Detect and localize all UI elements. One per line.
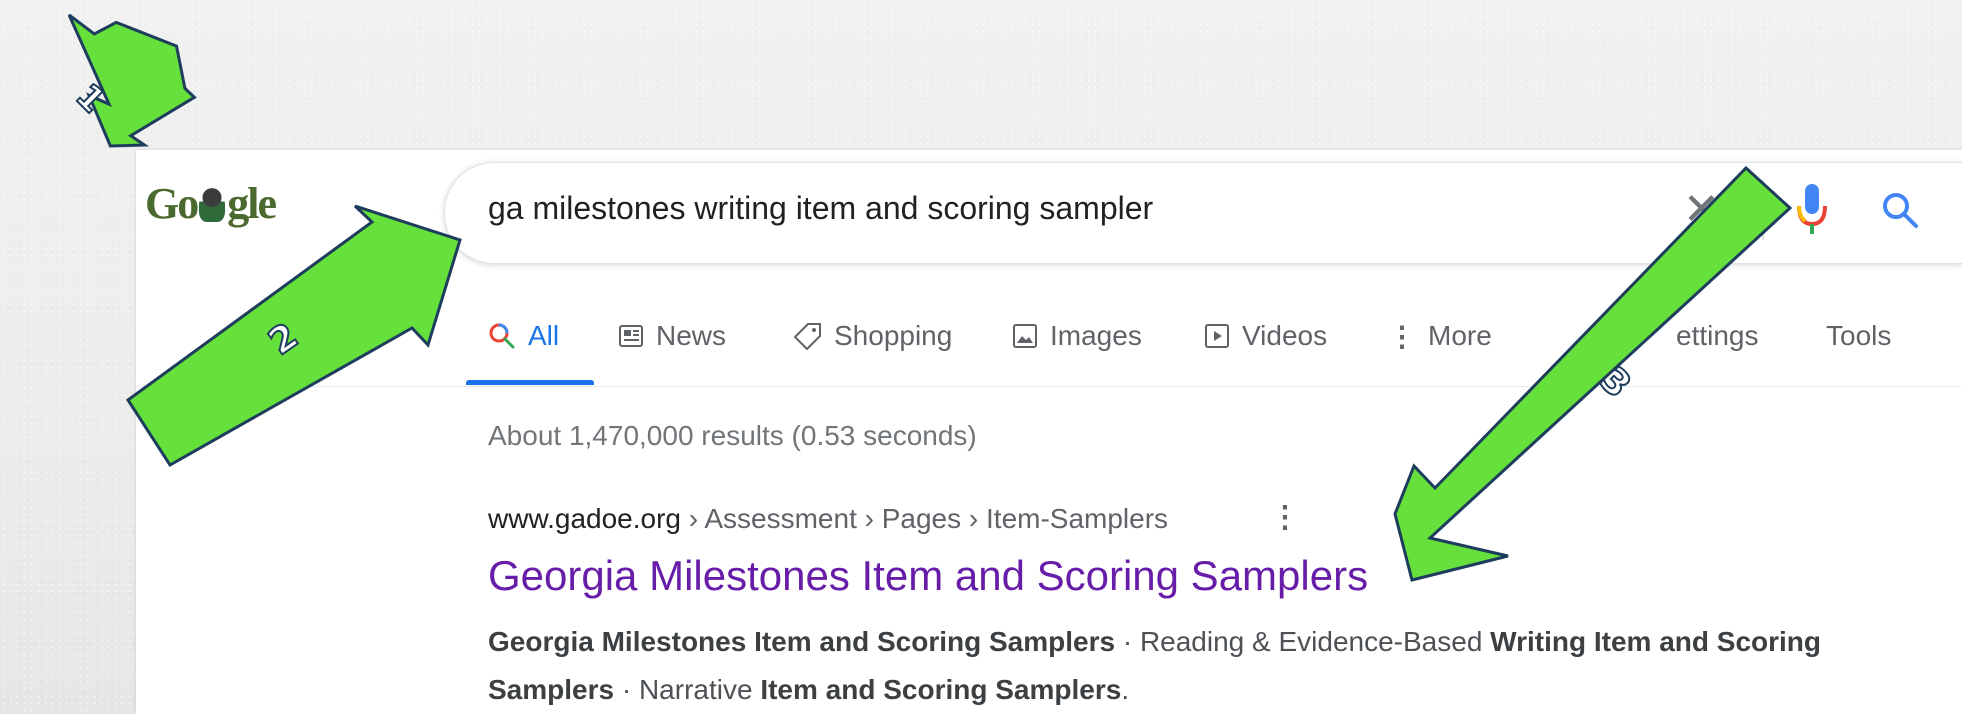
arrow-3 [1393, 165, 1793, 582]
annotation-arrows: 1 2 3 [67, 13, 1793, 582]
arrow-1 [67, 13, 197, 148]
